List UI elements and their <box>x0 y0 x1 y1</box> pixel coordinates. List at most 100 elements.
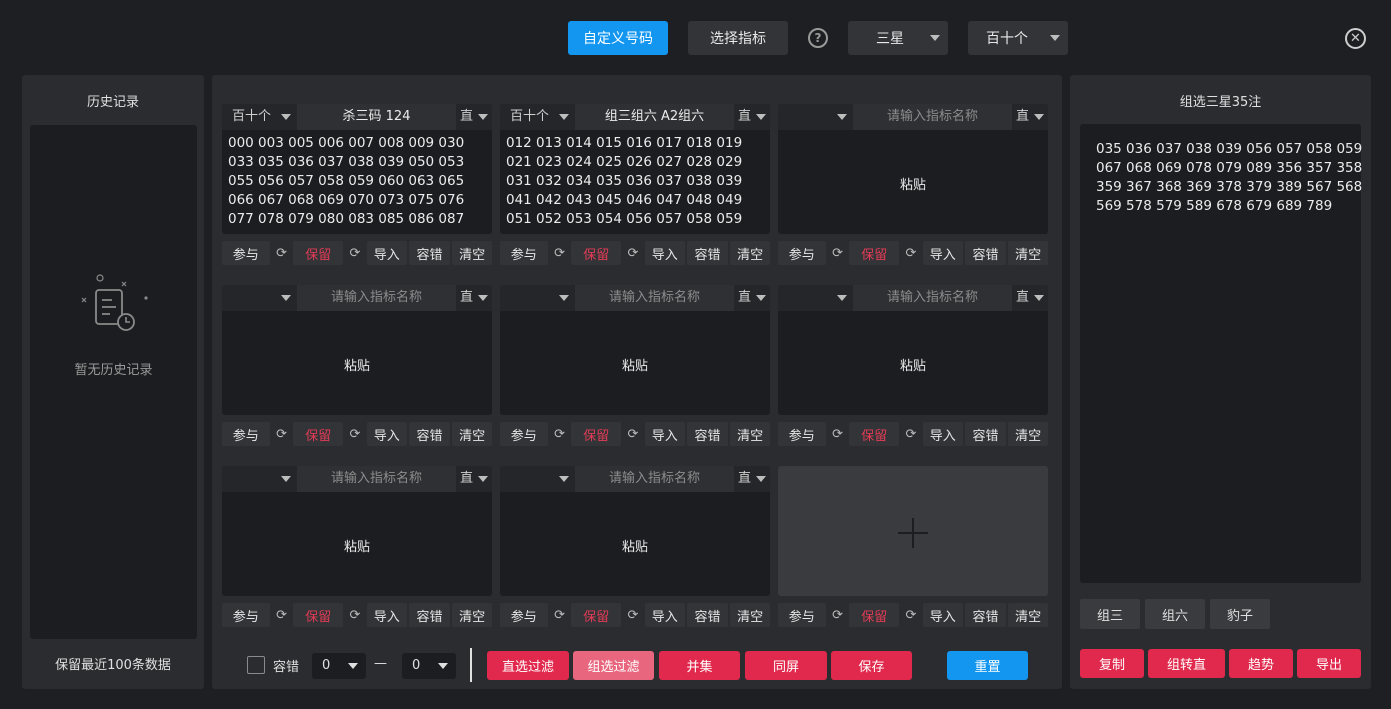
paste-button[interactable]: 粘贴 <box>778 174 1048 193</box>
clear-button[interactable]: 清空 <box>1008 422 1048 446</box>
help-icon[interactable]: ? <box>808 28 828 48</box>
tolerance-min-select[interactable]: 0 <box>312 653 366 679</box>
clear-button[interactable]: 清空 <box>452 422 492 446</box>
indicator-numbers[interactable]: 000 003 005 006 007 008 009 030 033 035 … <box>228 134 486 232</box>
tolerance-max-select[interactable]: 0 <box>402 653 456 679</box>
clear-button[interactable]: 清空 <box>452 603 492 627</box>
indicator-name-input[interactable]: 请输入指标名称 <box>297 466 456 492</box>
export-button[interactable]: 导出 <box>1297 649 1361 678</box>
mode-select[interactable]: 直 <box>1012 285 1048 311</box>
refresh-icon[interactable]: ⟳ <box>271 603 292 627</box>
digit-position-select[interactable] <box>222 466 297 492</box>
keep-button[interactable]: 保留 <box>293 603 344 627</box>
indicator-numbers[interactable]: 012 013 014 015 016 017 018 019 021 023 … <box>506 134 764 232</box>
tolerance-button[interactable]: 容错 <box>686 241 729 265</box>
refresh-icon[interactable]: ⟳ <box>345 241 365 265</box>
mode-select[interactable]: 直 <box>734 104 770 130</box>
import-button[interactable]: 导入 <box>644 422 685 446</box>
keep-button[interactable]: 保留 <box>571 241 622 265</box>
clear-button[interactable]: 清空 <box>730 422 770 446</box>
star-select[interactable]: 三星 <box>848 21 948 55</box>
join-button[interactable]: 参与 <box>500 422 548 446</box>
tolerance-button[interactable]: 容错 <box>408 603 451 627</box>
join-button[interactable]: 参与 <box>778 603 826 627</box>
refresh-icon[interactable]: ⟳ <box>901 241 921 265</box>
keep-button[interactable]: 保留 <box>571 603 622 627</box>
indicator-name-input[interactable]: 请输入指标名称 <box>575 466 734 492</box>
indicator-name-input[interactable]: 请输入指标名称 <box>853 285 1012 311</box>
keep-button[interactable]: 保留 <box>293 241 344 265</box>
mode-select[interactable]: 直 <box>734 285 770 311</box>
mode-select[interactable]: 直 <box>456 285 492 311</box>
tolerance-button[interactable]: 容错 <box>964 603 1007 627</box>
indicator-name-input[interactable]: 请输入指标名称 <box>297 285 456 311</box>
paste-button[interactable]: 粘贴 <box>222 355 492 374</box>
indicator-name-input[interactable]: 杀三码 124 <box>297 104 456 130</box>
join-button[interactable]: 参与 <box>222 603 270 627</box>
copy-button[interactable]: 复制 <box>1080 649 1144 678</box>
keep-button[interactable]: 保留 <box>849 241 900 265</box>
paste-button[interactable]: 粘贴 <box>500 536 770 555</box>
tolerance-button[interactable]: 容错 <box>686 603 729 627</box>
import-button[interactable]: 导入 <box>922 422 963 446</box>
import-button[interactable]: 导入 <box>366 241 407 265</box>
refresh-icon[interactable]: ⟳ <box>623 422 643 446</box>
same-screen-button[interactable]: 同屏 <box>745 651 827 680</box>
reset-button[interactable]: 重置 <box>947 651 1028 680</box>
refresh-icon[interactable]: ⟳ <box>345 603 365 627</box>
join-button[interactable]: 参与 <box>778 241 826 265</box>
group3-button[interactable]: 组三 <box>1080 599 1140 629</box>
refresh-icon[interactable]: ⟳ <box>827 241 848 265</box>
refresh-icon[interactable]: ⟳ <box>271 422 292 446</box>
tolerance-button[interactable]: 容错 <box>408 241 451 265</box>
tolerance-button[interactable]: 容错 <box>408 422 451 446</box>
keep-button[interactable]: 保留 <box>293 422 344 446</box>
select-indicator-button[interactable]: 选择指标 <box>688 21 788 55</box>
import-button[interactable]: 导入 <box>644 603 685 627</box>
keep-button[interactable]: 保留 <box>849 422 900 446</box>
group6-button[interactable]: 组六 <box>1145 599 1205 629</box>
import-button[interactable]: 导入 <box>366 603 407 627</box>
digit-position-select[interactable] <box>500 466 575 492</box>
refresh-icon[interactable]: ⟳ <box>271 241 292 265</box>
direct-filter-button[interactable]: 直选过滤 <box>487 651 569 680</box>
save-button[interactable]: 保存 <box>831 651 912 680</box>
digit-position-select[interactable] <box>222 285 297 311</box>
import-button[interactable]: 导入 <box>366 422 407 446</box>
digit-select[interactable]: 百十个 <box>968 21 1068 55</box>
keep-button[interactable]: 保留 <box>849 603 900 627</box>
digit-position-select[interactable]: 百十个 <box>500 104 575 130</box>
refresh-icon[interactable]: ⟳ <box>549 603 570 627</box>
mode-select[interactable]: 直 <box>734 466 770 492</box>
clear-button[interactable]: 清空 <box>730 241 770 265</box>
digit-position-select[interactable] <box>500 285 575 311</box>
tolerance-button[interactable]: 容错 <box>964 422 1007 446</box>
import-button[interactable]: 导入 <box>922 603 963 627</box>
join-button[interactable]: 参与 <box>778 422 826 446</box>
paste-button[interactable]: 粘贴 <box>500 355 770 374</box>
refresh-icon[interactable]: ⟳ <box>827 422 848 446</box>
indicator-name-input[interactable]: 请输入指标名称 <box>853 104 1012 130</box>
custom-numbers-button[interactable]: 自定义号码 <box>568 21 668 55</box>
mode-select[interactable]: 直 <box>456 104 492 130</box>
clear-button[interactable]: 清空 <box>730 603 770 627</box>
trend-button[interactable]: 趋势 <box>1229 649 1293 678</box>
refresh-icon[interactable]: ⟳ <box>901 422 921 446</box>
tolerance-button[interactable]: 容错 <box>964 241 1007 265</box>
join-button[interactable]: 参与 <box>222 241 270 265</box>
refresh-icon[interactable]: ⟳ <box>623 603 643 627</box>
tolerance-button[interactable]: 容错 <box>686 422 729 446</box>
digit-position-select[interactable] <box>778 104 853 130</box>
refresh-icon[interactable]: ⟳ <box>901 603 921 627</box>
paste-button[interactable]: 粘贴 <box>778 355 1048 374</box>
refresh-icon[interactable]: ⟳ <box>827 603 848 627</box>
refresh-icon[interactable]: ⟳ <box>549 422 570 446</box>
paste-button[interactable]: 粘贴 <box>222 536 492 555</box>
clear-button[interactable]: 清空 <box>1008 241 1048 265</box>
indicator-name-input[interactable]: 组三组六 A2组六 <box>575 104 734 130</box>
indicator-name-input[interactable]: 请输入指标名称 <box>575 285 734 311</box>
mode-select[interactable]: 直 <box>1012 104 1048 130</box>
refresh-icon[interactable]: ⟳ <box>623 241 643 265</box>
clear-button[interactable]: 清空 <box>1008 603 1048 627</box>
close-icon[interactable]: ✕ <box>1345 28 1366 49</box>
